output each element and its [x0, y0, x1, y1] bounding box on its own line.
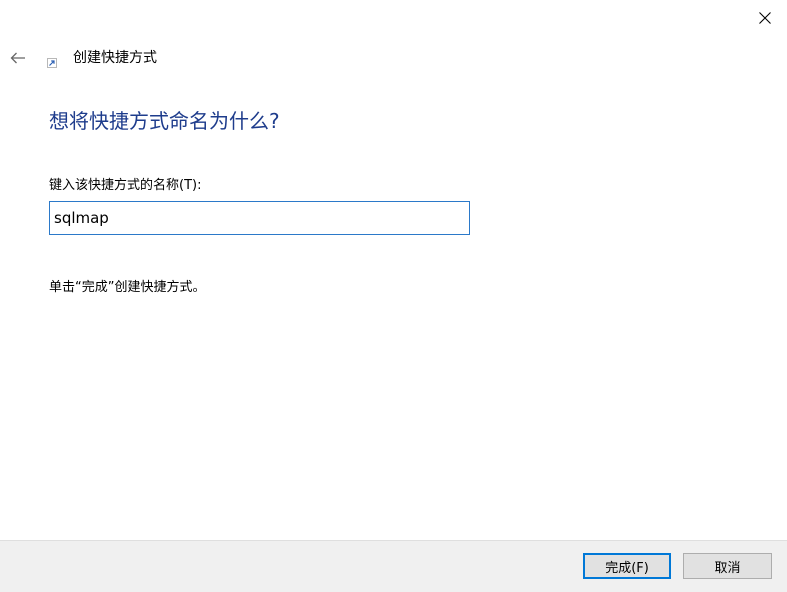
back-arrow-icon [10, 52, 25, 64]
finish-hint-text: 单击“完成”创建快捷方式。 [49, 280, 206, 295]
shortcut-name-input[interactable] [49, 201, 470, 235]
wizard-title: 创建快捷方式 [73, 50, 157, 66]
create-shortcut-wizard-window: 创建快捷方式 想将快捷方式命名为什么? 键入该快捷方式的名称(T): 单击“完成… [0, 0, 787, 592]
close-icon [758, 12, 771, 24]
name-field-label: 键入该快捷方式的名称(T): [49, 178, 202, 193]
back-button[interactable] [4, 44, 32, 72]
cancel-button[interactable]: 取消 [683, 553, 772, 579]
shortcut-icon [47, 58, 57, 68]
button-footer: 完成(F) 取消 [0, 540, 787, 592]
close-button[interactable] [742, 0, 787, 36]
page-heading: 想将快捷方式命名为什么? [49, 109, 280, 133]
finish-button[interactable]: 完成(F) [583, 553, 671, 579]
